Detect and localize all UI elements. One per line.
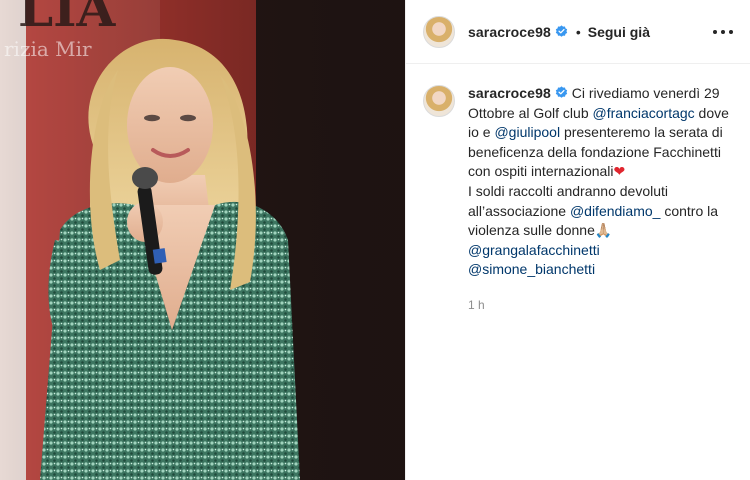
mention-link[interactable]: @simone_bianchetti	[468, 261, 595, 277]
more-dot	[721, 30, 725, 34]
backdrop-subtext: rizia Mir	[4, 37, 92, 61]
following-button[interactable]: Segui già	[588, 24, 650, 40]
caption-block: saracroce98 Ci rivediamo venerdì 29 Otto…	[406, 84, 750, 316]
mention-link[interactable]: @giulipool	[494, 124, 560, 140]
caption-avatar[interactable]	[423, 85, 455, 117]
author-avatar[interactable]	[423, 15, 455, 48]
mention-link[interactable]: @franciacortagc	[593, 105, 695, 121]
mention-link[interactable]: @difendiamo_	[570, 203, 661, 219]
author-username[interactable]: saracroce98	[468, 24, 551, 40]
more-dot	[713, 30, 717, 34]
instagram-post: LIA rizia Mir saracroce98 • Segui già sa…	[0, 0, 750, 480]
header-separator: •	[575, 23, 581, 40]
post-photo-illustration: LIA rizia Mir	[0, 0, 405, 480]
more-options-icon[interactable]	[713, 22, 733, 42]
heart-emoji: ❤	[613, 163, 626, 180]
verified-badge-icon	[555, 86, 568, 98]
more-dot	[729, 30, 733, 34]
post-sidebar: saracroce98 • Segui già saracroce98 Ci r…	[405, 0, 750, 480]
praying-hands-emoji: 🙏🏼	[594, 222, 613, 239]
caption-text: saracroce98 Ci rivediamo venerdì 29 Otto…	[468, 84, 738, 316]
post-timestamp[interactable]: 1 h	[468, 296, 738, 316]
backdrop-text: LIA	[18, 0, 117, 38]
post-header: saracroce98 • Segui già	[406, 0, 750, 64]
caption-username[interactable]: saracroce98	[468, 85, 551, 101]
post-photo[interactable]: LIA rizia Mir	[0, 0, 405, 480]
mention-link[interactable]: @grangalafacchinetti	[468, 242, 600, 258]
verified-badge-icon	[555, 25, 568, 37]
